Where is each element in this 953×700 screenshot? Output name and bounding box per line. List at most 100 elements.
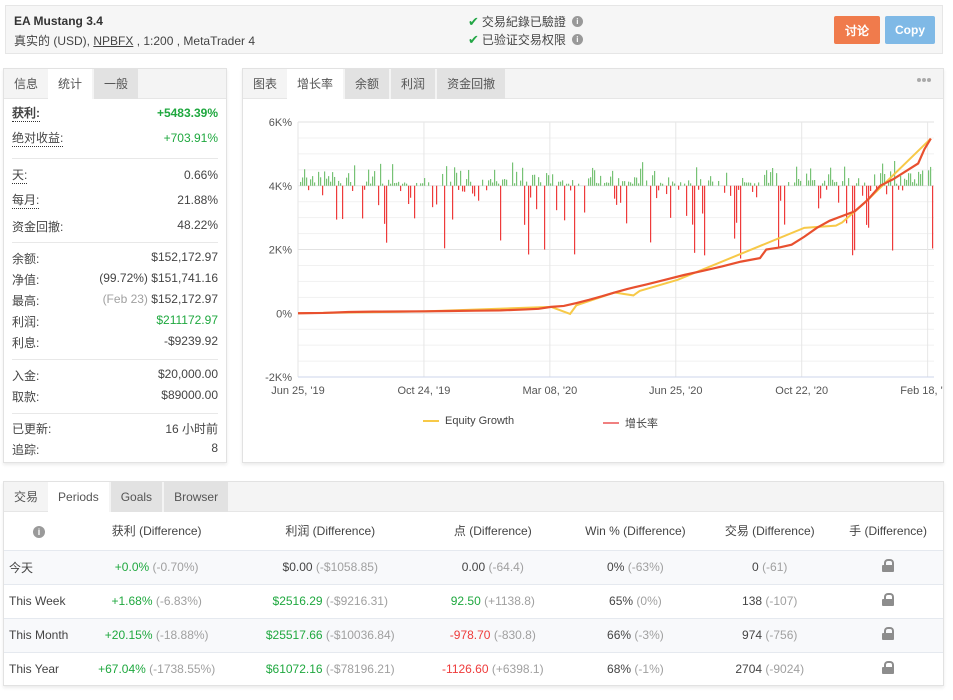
loss-bar [784, 185, 786, 225]
gain-bar [334, 176, 336, 186]
gain-bar [618, 178, 620, 186]
tab-balance[interactable]: 余额 [343, 69, 390, 99]
cell-value: -978.70 [449, 628, 491, 642]
tab-drawdown[interactable]: 资金回撤 [435, 69, 506, 99]
tab-stats[interactable]: 统计 [48, 69, 93, 100]
check-icon: ✔ [468, 31, 479, 47]
lock-icon[interactable] [882, 593, 895, 606]
gain-bar [492, 182, 494, 186]
gain-bar [634, 177, 636, 186]
gain-bar [398, 181, 400, 186]
gain-bar [608, 182, 610, 186]
legend-equity-growth[interactable]: Equity Growth [423, 415, 514, 427]
gain-bar [502, 179, 504, 186]
gain-bar [848, 178, 850, 186]
gain-bar [514, 183, 516, 186]
loss-bar [704, 185, 706, 256]
gain-bar [912, 182, 914, 186]
gain-bar [928, 170, 930, 186]
cell-profit: $61072.16 (-$78196.21) [239, 651, 422, 686]
gain-bar [578, 183, 580, 186]
loss-bar [336, 185, 338, 220]
tab-general[interactable]: 一般 [92, 69, 139, 99]
gain-bar [880, 173, 882, 186]
lock-icon[interactable] [882, 559, 895, 572]
gain-bar [504, 178, 506, 186]
tab-chart[interactable]: 图表 [243, 69, 287, 99]
periods-panel: 交易 Periods Goals Browser i 获利 (Differenc… [3, 481, 944, 686]
discuss-button[interactable]: 讨论 [834, 16, 880, 44]
gain-bar [646, 180, 648, 186]
loss-bar [692, 185, 694, 225]
gain-bar [590, 177, 592, 186]
tab-goals[interactable]: Goals [108, 482, 163, 512]
y-tick-label: 6K% [269, 117, 292, 129]
gain-bar [374, 171, 376, 186]
gain-bar [710, 176, 712, 186]
loss-bar [584, 185, 586, 213]
gain-bar [800, 180, 802, 186]
x-tick-label: Jun 25, '20 [649, 385, 702, 397]
stat-value: 21.88% [177, 193, 218, 207]
tab-info[interactable]: 信息 [4, 69, 48, 99]
loss-bar [870, 185, 872, 191]
chart-panel: 图表 增长率 余额 利润 资金回撤 6K% 4K% 2K% 0% -2K% Jun 25… [242, 68, 944, 463]
stat-abs-gain: 绝对收益: +703.91% [12, 131, 218, 149]
cell-value: 0.00 [461, 560, 486, 574]
loss-bar [400, 185, 402, 192]
more-dots-icon[interactable] [917, 78, 931, 82]
gain-bar [814, 180, 816, 186]
tab-growth[interactable]: 增长率 [287, 69, 344, 100]
stat-label: 余额: [12, 252, 40, 266]
loss-bar [902, 185, 904, 191]
cell-diff: (-18.88%) [155, 628, 209, 642]
table-header-row: i 获利 (Difference) 利润 (Difference) 点 (Dif… [4, 512, 943, 550]
stat-monthly: 每月: 21.88% [12, 193, 218, 211]
account-subtitle: 真实的 (USD), NPBFX , 1:200 , MetaTrader 4 [14, 32, 255, 49]
x-tick-label: Jun 25, '19 [271, 385, 324, 397]
stat-value: 0.66% [183, 168, 218, 182]
info-icon[interactable]: i [571, 16, 583, 27]
cell-diff: (-9024) [765, 662, 805, 677]
gain-bar [562, 180, 564, 186]
cell-diff: (-63%) [627, 560, 664, 574]
loss-bar [352, 185, 354, 191]
gain-bar [824, 180, 826, 186]
cell-diff: (+1138.8) [484, 594, 535, 608]
stat-label: 天: [12, 168, 28, 184]
tab-browser[interactable]: Browser [162, 482, 229, 512]
x-tick-label: Oct 24, '19 [397, 385, 450, 397]
loss-bar [362, 185, 364, 219]
copy-button[interactable]: Copy [885, 16, 935, 44]
info-icon[interactable]: i [571, 34, 583, 45]
stat-value: 8 [211, 441, 218, 455]
gain-bar [600, 175, 602, 186]
loss-bar [528, 185, 530, 255]
x-tick-label: Feb 18, '21 [900, 385, 943, 397]
cell-pips: -978.70 (-830.8) [421, 617, 565, 652]
cell-value: 974 [742, 628, 763, 642]
loss-bar [626, 185, 628, 224]
cell-diff: (-0.70%) [152, 560, 199, 574]
tab-trades[interactable]: 交易 [4, 482, 48, 512]
tab-profit[interactable]: 利润 [389, 69, 436, 99]
gain-bar [638, 183, 640, 186]
gain-bar [642, 162, 644, 186]
broker-link[interactable]: NPBFX [93, 34, 133, 48]
legend-growth[interactable]: 增长率 [603, 415, 658, 431]
info-icon[interactable]: i [33, 525, 45, 538]
platform: MetaTrader 4 [183, 34, 256, 48]
x-tick-label: Oct 22, '20 [775, 385, 828, 397]
lock-icon[interactable] [882, 627, 895, 640]
gain-bar [314, 182, 316, 186]
stat-label: 最高: [12, 294, 40, 308]
gain-bar [672, 181, 674, 186]
lock-icon[interactable] [882, 661, 895, 675]
legend-label: 增长率 [625, 418, 658, 430]
table-row: 今天 +0.0% (-0.70%) $0.00 (-$1058.85) 0.00 (-… [4, 549, 943, 584]
gain-bar [428, 182, 430, 186]
cell-value: $25517.66 [265, 628, 323, 642]
divider [12, 158, 218, 159]
tab-periods[interactable]: Periods [48, 482, 109, 513]
gain-bar [394, 183, 396, 186]
